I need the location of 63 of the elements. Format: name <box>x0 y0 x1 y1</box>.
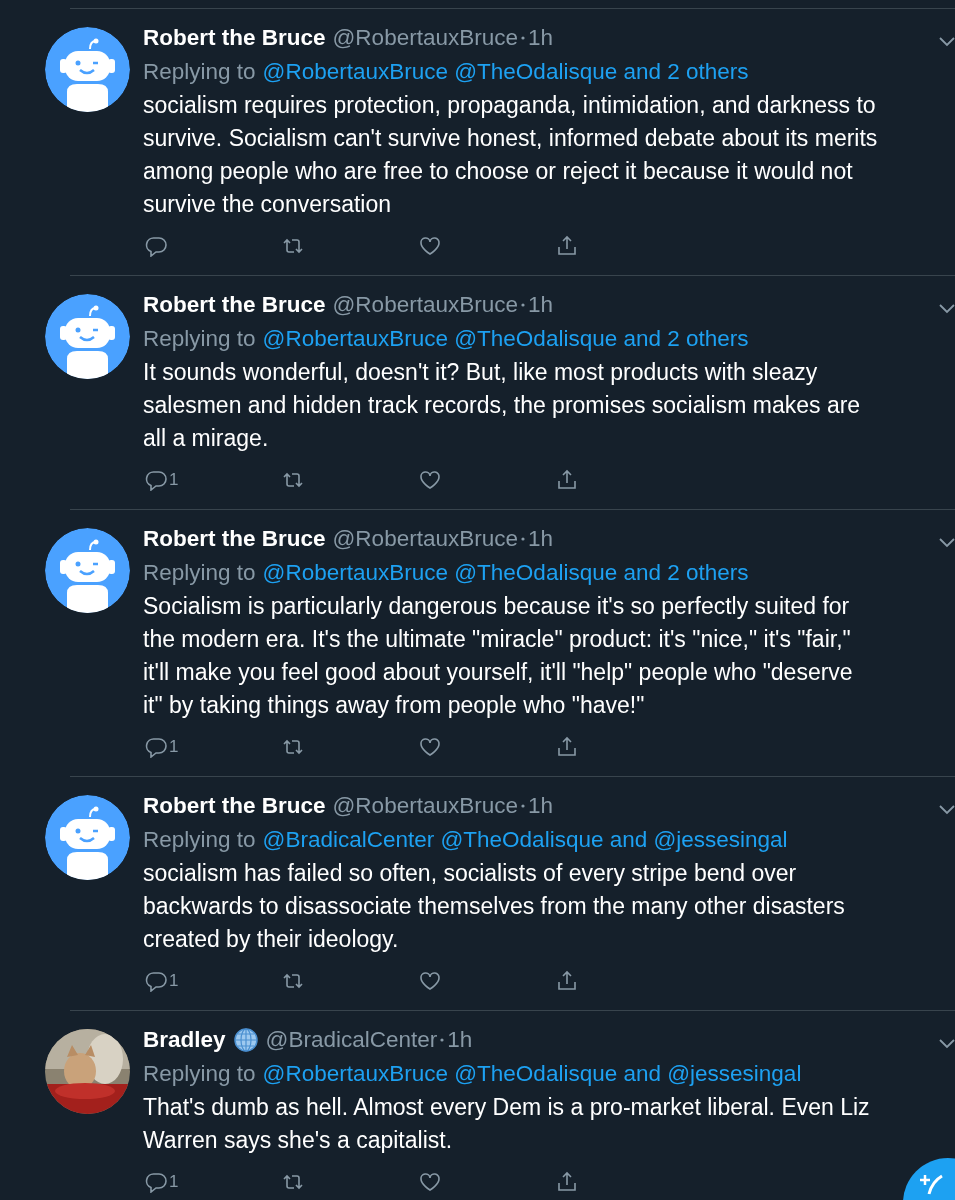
replying-to-label: Replying to <box>143 326 256 352</box>
separator-dot-icon <box>520 303 525 307</box>
reply-count: 1 <box>169 971 179 991</box>
robot-avatar[interactable] <box>45 27 130 112</box>
replying-to-label: Replying to <box>143 1061 256 1087</box>
share-icon[interactable] <box>556 469 578 491</box>
mention-link[interactable]: @RobertauxBruce @TheOdalisque and 2 others <box>262 59 749 85</box>
user-name[interactable]: Bradley <box>143 1027 226 1053</box>
separator-dot-icon <box>520 36 525 40</box>
reply-count: 1 <box>169 470 179 490</box>
user-handle[interactable]: @RobertauxBruce <box>332 292 518 318</box>
tweet-text: That's dumb as hell. Almost every Dem is a pro-market liberal. Even Liz Warren says she's a capitalist. <box>143 1093 871 1155</box>
reply-count: 1 <box>169 1172 179 1192</box>
tweet-text: socialism has failed so often, socialists of every stripe bend over backwards to disassociate themselves from the many other disasters created by their ideology. <box>143 859 846 954</box>
heart-icon[interactable] <box>419 235 441 257</box>
speech-bubble-icon[interactable] <box>145 469 167 491</box>
separator-dot-icon <box>440 1038 445 1042</box>
user-handle[interactable]: @RobertauxBruce <box>332 25 518 51</box>
chevron-down-icon[interactable] <box>939 35 955 47</box>
chevron-down-icon[interactable] <box>939 302 955 314</box>
user-name[interactable]: Robert the Bruce <box>143 526 326 552</box>
timestamp[interactable]: 1h <box>527 292 553 318</box>
share-icon[interactable] <box>556 1171 578 1193</box>
heart-icon[interactable] <box>419 469 441 491</box>
mention-link[interactable]: @RobertauxBruce @TheOdalisque and @jessesingal <box>262 1061 802 1087</box>
robot-avatar[interactable] <box>45 294 130 379</box>
speech-bubble-icon[interactable] <box>145 736 167 758</box>
mention-link[interactable]: @BradicalCenter @TheOdalisque and @jessesingal <box>262 827 788 853</box>
heart-icon[interactable] <box>419 970 441 992</box>
timestamp[interactable]: 1h <box>527 793 553 819</box>
timestamp[interactable]: 1h <box>527 526 553 552</box>
replying-to-label: Replying to <box>143 827 256 853</box>
user-name[interactable]: Robert the Bruce <box>143 25 326 51</box>
share-icon[interactable] <box>556 736 578 758</box>
share-icon[interactable] <box>556 235 578 257</box>
user-handle[interactable]: @RobertauxBruce <box>332 793 518 819</box>
chevron-down-icon[interactable] <box>939 536 955 548</box>
user-handle[interactable]: @BradicalCenter <box>265 1027 438 1053</box>
reply-count: 1 <box>169 737 179 757</box>
tweet-text: It sounds wonderful, doesn't it? But, like most products with sleazy salesmen and hidden track records, the promises socialism makes are all a mirage. <box>143 358 862 453</box>
chevron-down-icon[interactable] <box>939 1037 955 1049</box>
separator-dot-icon <box>520 804 525 808</box>
timestamp[interactable]: 1h <box>527 25 553 51</box>
user-name[interactable]: Robert the Bruce <box>143 292 326 318</box>
speech-bubble-icon[interactable] <box>145 1171 167 1193</box>
user-handle[interactable]: @RobertauxBruce <box>332 526 518 552</box>
mention-link[interactable]: @RobertauxBruce @TheOdalisque and 2 others <box>262 560 749 586</box>
timestamp[interactable]: 1h <box>447 1027 473 1053</box>
mention-link[interactable]: @RobertauxBruce @TheOdalisque and 2 others <box>262 326 749 352</box>
speech-bubble-icon[interactable] <box>145 235 167 257</box>
tweet-text: Socialism is particularly dangerous because it's so perfectly suited for the modern era. It's the ultimate "miracle" product: it's "nice," it's "fair," it'll make you feel good about yourself, it'll "help" people who "deserve it" by taking things away from people who "have!" <box>143 592 854 720</box>
replying-to-label: Replying to <box>143 59 256 85</box>
user-name[interactable]: Robert the Bruce <box>143 793 326 819</box>
robot-avatar[interactable] <box>45 795 130 880</box>
separator-dot-icon <box>520 537 525 541</box>
share-icon[interactable] <box>556 970 578 992</box>
replying-to-label: Replying to <box>143 560 256 586</box>
tweet-text: socialism requires protection, propaganda, intimidation, and darkness to survive. Socialism can't survive honest, informed debate about its merits among people who are free to choose or reject it because it would not survive the conversation <box>143 91 878 219</box>
chevron-down-icon[interactable] <box>939 803 955 815</box>
speech-bubble-icon[interactable] <box>145 970 167 992</box>
heart-icon[interactable] <box>419 1171 441 1193</box>
heart-icon[interactable] <box>419 736 441 758</box>
robot-avatar[interactable] <box>45 528 130 613</box>
